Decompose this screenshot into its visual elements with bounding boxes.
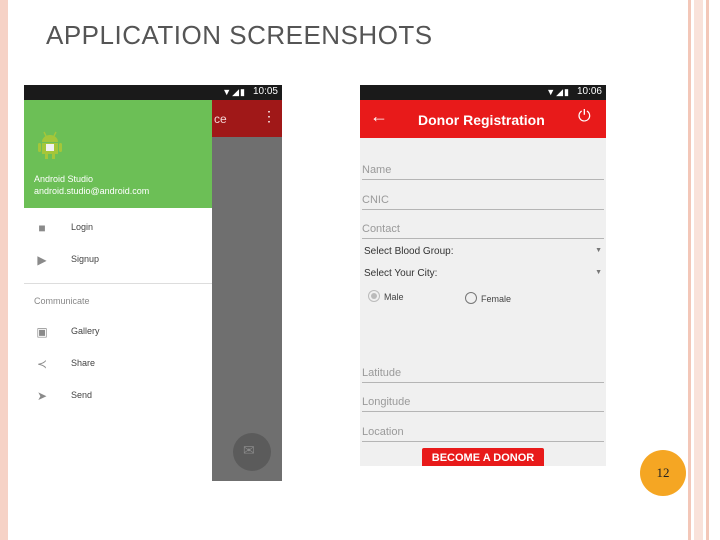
android-logo-icon <box>38 131 62 159</box>
share-icon: ≺ <box>36 357 48 371</box>
toolbar-title-partial: ce <box>214 112 227 126</box>
drawer-item-login[interactable]: ■ Login <box>24 218 212 238</box>
dropdown-arrow-icon: ▼ <box>595 269 602 276</box>
name-placeholder: Name <box>362 164 392 176</box>
name-field[interactable]: Name <box>362 163 604 180</box>
power-icon[interactable]: ⏻ <box>578 108 591 126</box>
slide-border-right-band <box>694 0 703 540</box>
become-donor-button[interactable]: BECOME A DONOR <box>422 448 544 466</box>
status-time: 10:06 <box>576 86 602 97</box>
drawer-item-send[interactable]: ➤ Send <box>24 386 212 406</box>
latitude-placeholder: Latitude <box>362 367 402 379</box>
app-toolbar: ← Donor Registration ⏻ <box>360 100 606 138</box>
drawer-section-label: Communicate <box>34 296 90 306</box>
drawer-item-label: Signup <box>71 254 100 264</box>
drawer-user-email: android.studio@android.com <box>34 186 150 196</box>
drawer-item-label: Share <box>71 358 96 368</box>
slide-border-left <box>0 0 8 540</box>
send-icon: ➤ <box>36 389 48 403</box>
status-icons: ▼◢▮ <box>546 87 570 97</box>
drawer-user-name: Android Studio <box>34 174 94 184</box>
contact-placeholder: Contact <box>362 223 400 235</box>
longitude-field[interactable]: Longitude <box>362 395 604 412</box>
status-bar: ▼◢▮ 10:05 <box>24 85 282 100</box>
fab-mail-button[interactable]: ✉ <box>233 433 271 471</box>
mail-icon: ✉ <box>243 442 255 458</box>
longitude-placeholder: Longitude <box>362 396 411 408</box>
drawer-item-label: Send <box>71 390 93 400</box>
drawer-item-gallery[interactable]: ▣ Gallery <box>24 322 212 342</box>
slide-border-right <box>688 0 691 540</box>
drawer-header: Android Studio android.studio@android.co… <box>24 100 212 208</box>
image-icon: ▣ <box>36 325 48 339</box>
location-placeholder: Location <box>362 426 404 438</box>
phone-screenshot-drawer: ▼◢▮ 10:05 ce ⋮ Android Studio android.st… <box>24 85 282 481</box>
slide-title: APPLICATION SCREENSHOTS <box>46 20 433 50</box>
drawer-item-label: Login <box>71 222 94 232</box>
contact-field[interactable]: Contact <box>362 222 604 239</box>
phone-screenshot-registration: ▼◢▮ 10:06 ← Donor Registration ⏻ Name CN… <box>360 85 606 466</box>
toolbar-title: Donor Registration <box>418 112 545 128</box>
navigation-drawer: Android Studio android.studio@android.co… <box>24 100 212 481</box>
drawer-divider <box>24 283 212 284</box>
location-field[interactable]: Location <box>362 425 604 442</box>
male-label: Male <box>384 292 404 302</box>
male-radio[interactable] <box>368 290 380 302</box>
overflow-menu-icon[interactable]: ⋮ <box>262 108 276 125</box>
status-bar: ▼◢▮ 10:06 <box>360 85 606 100</box>
female-label: Female <box>481 294 512 304</box>
cnic-placeholder: CNIC <box>362 194 389 206</box>
camera-icon: ■ <box>38 221 46 235</box>
female-radio[interactable] <box>465 292 477 304</box>
play-icon: ▶ <box>37 253 47 267</box>
city-select[interactable]: Select Your City: ▼ <box>364 268 604 282</box>
blood-group-select[interactable]: Select Blood Group: ▼ <box>364 246 604 260</box>
drawer-item-signup[interactable]: ▶ Signup <box>24 250 212 270</box>
drawer-item-share[interactable]: ≺ Share <box>24 354 212 374</box>
status-icons: ▼◢▮ <box>222 87 246 97</box>
cnic-field[interactable]: CNIC <box>362 193 604 210</box>
status-time: 10:05 <box>252 86 278 97</box>
drawer-item-label: Gallery <box>71 326 100 336</box>
slide-border-right-edge <box>706 0 709 540</box>
city-label: Select Your City: <box>364 268 438 279</box>
blood-group-label: Select Blood Group: <box>364 246 454 257</box>
dropdown-arrow-icon: ▼ <box>595 247 602 254</box>
back-arrow-icon[interactable]: ← <box>370 106 388 127</box>
latitude-field[interactable]: Latitude <box>362 366 604 383</box>
page-number-badge: 12 <box>640 450 686 496</box>
